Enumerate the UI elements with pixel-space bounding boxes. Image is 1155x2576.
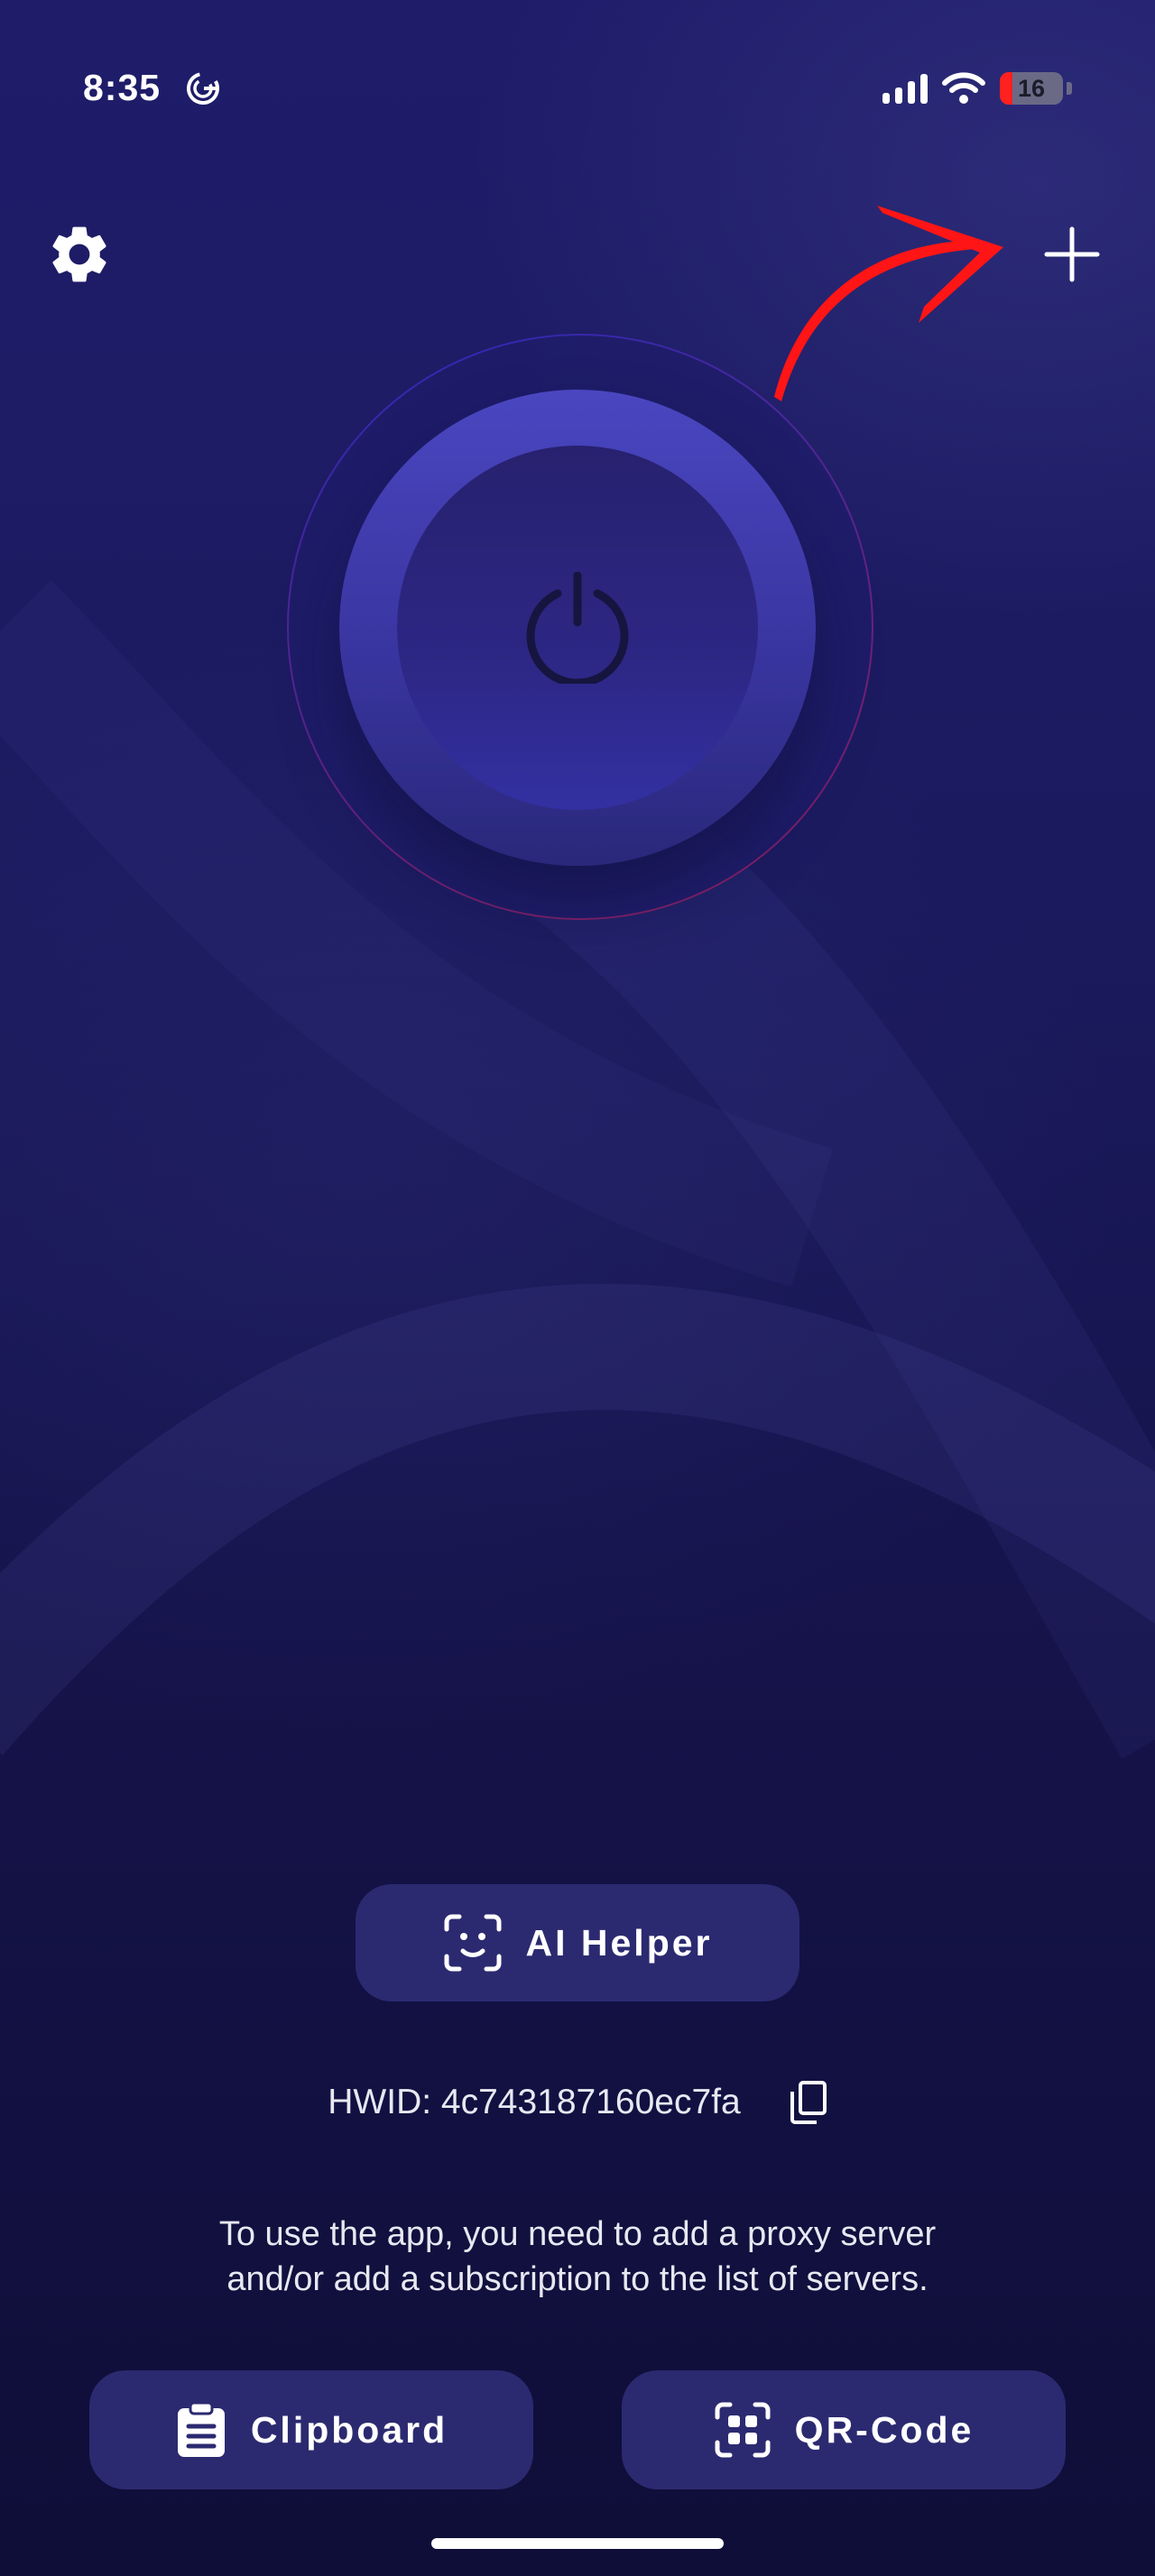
clipboard-label: Clipboard xyxy=(250,2408,448,2451)
copy-icon[interactable] xyxy=(790,2080,827,2125)
clipboard-icon xyxy=(177,2401,225,2457)
qr-code-button[interactable]: QR-Code xyxy=(622,2370,1066,2489)
info-text: To use the app, you need to add a proxy … xyxy=(218,2215,937,2298)
status-time: 8:35 xyxy=(83,67,162,108)
hwid-text: HWID: 4c743187160ec7fa xyxy=(328,2083,741,2121)
gear-icon xyxy=(52,226,106,282)
ai-helper-label: AI Helper xyxy=(525,1921,713,1964)
status-right-icons: 16 xyxy=(882,72,1072,105)
signal-icon xyxy=(882,73,928,104)
qr-code-label: QR-Code xyxy=(794,2408,975,2451)
plus-icon xyxy=(1044,226,1100,282)
home-indicator[interactable] xyxy=(431,2538,724,2549)
power-button[interactable] xyxy=(397,446,758,810)
ai-helper-button[interactable]: AI Helper xyxy=(356,1884,799,2001)
annotation-arrow xyxy=(774,206,1003,401)
battery-icon: 16 xyxy=(1000,72,1063,105)
settings-button[interactable] xyxy=(43,218,116,290)
add-server-button[interactable] xyxy=(1036,218,1108,290)
face-scan-icon xyxy=(444,1914,501,1972)
power-icon xyxy=(526,572,629,684)
g-icon xyxy=(187,72,219,105)
hwid-row: HWID: 4c743187160ec7fa xyxy=(0,2080,1155,2125)
wifi-icon xyxy=(942,72,985,104)
battery-percent: 16 xyxy=(1017,74,1046,102)
qr-scan-icon xyxy=(715,2402,771,2458)
battery-cap xyxy=(1067,82,1072,95)
clipboard-button[interactable]: Clipboard xyxy=(89,2370,533,2489)
